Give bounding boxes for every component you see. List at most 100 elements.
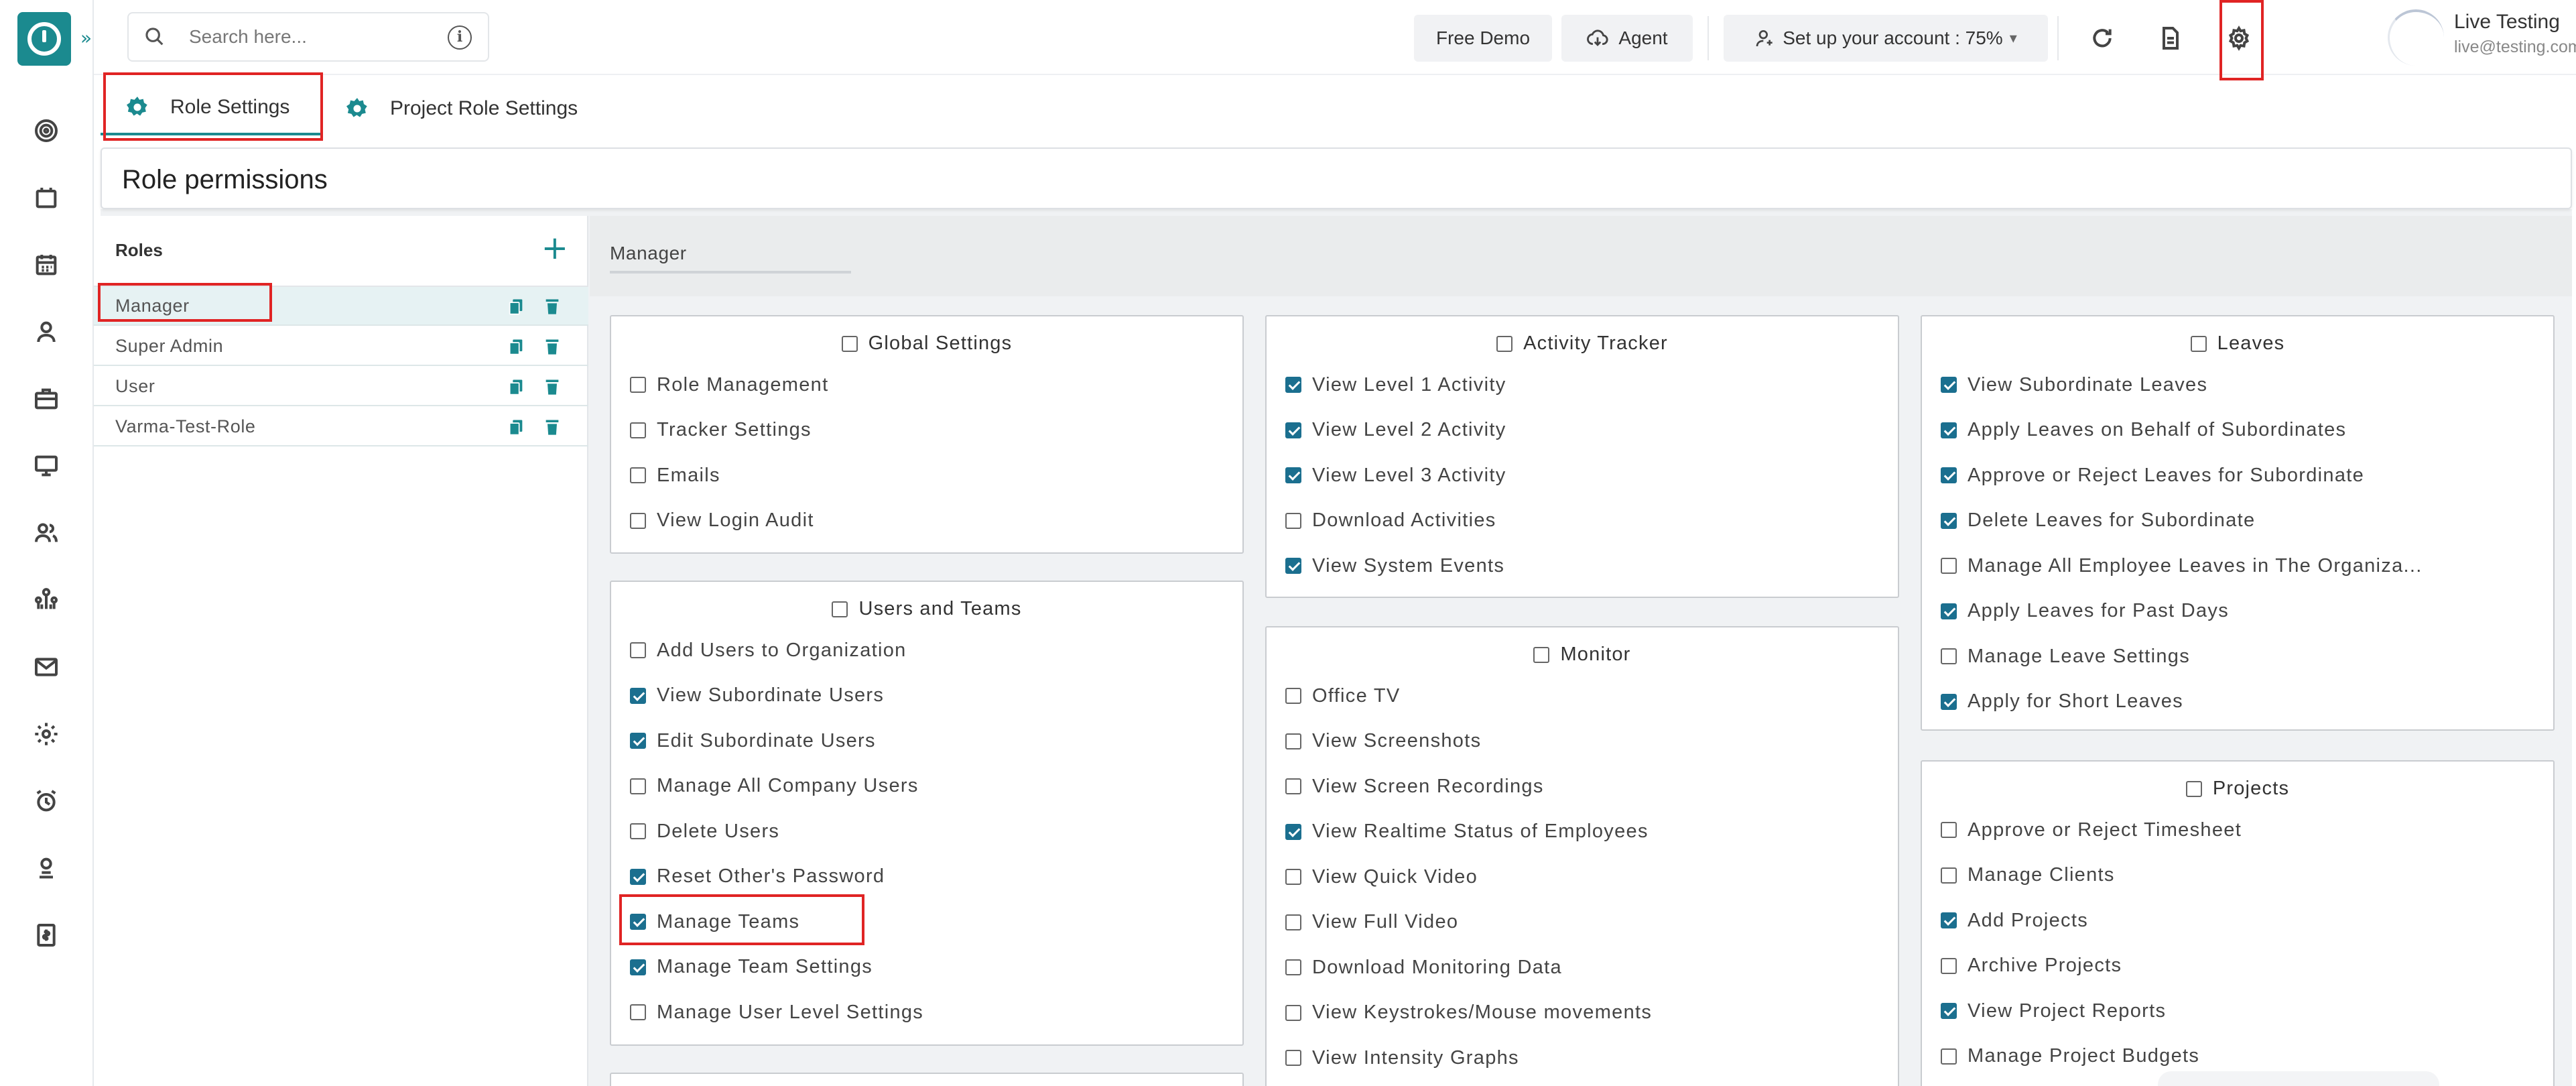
invoice-icon[interactable] bbox=[31, 920, 62, 951]
permission-checkbox[interactable] bbox=[1285, 688, 1301, 704]
dashboard-target-icon[interactable] bbox=[31, 115, 62, 146]
calendar-icon[interactable] bbox=[31, 249, 62, 280]
permission-item[interactable]: Approve or Reject Leaves for Subordinate bbox=[1941, 462, 2364, 489]
permission-checkbox[interactable] bbox=[1285, 1004, 1301, 1021]
permission-item[interactable]: Manage User Level Settings bbox=[630, 999, 923, 1026]
permission-checkbox[interactable] bbox=[630, 733, 646, 749]
select-all-checkbox[interactable] bbox=[2190, 335, 2207, 352]
permission-item[interactable]: View Screenshots bbox=[1285, 728, 1481, 755]
permission-item[interactable]: Manage All Company Users bbox=[630, 773, 919, 800]
permission-item[interactable]: Tracker Settings bbox=[630, 417, 812, 444]
permission-checkbox[interactable] bbox=[1285, 377, 1301, 393]
users-icon[interactable] bbox=[31, 518, 62, 548]
permission-item[interactable]: Archive Projects bbox=[1941, 953, 2122, 979]
permission-checkbox[interactable] bbox=[630, 642, 646, 658]
permission-checkbox[interactable] bbox=[1285, 869, 1301, 885]
permission-checkbox[interactable] bbox=[630, 1004, 646, 1020]
permission-checkbox[interactable] bbox=[630, 778, 646, 794]
select-all-checkbox[interactable] bbox=[1496, 335, 1513, 352]
permission-checkbox[interactable] bbox=[630, 377, 646, 393]
role-item[interactable]: User bbox=[94, 367, 588, 406]
permission-item[interactable]: View Subordinate Users bbox=[630, 682, 884, 709]
permission-checkbox[interactable] bbox=[1285, 422, 1301, 438]
timesheet-icon[interactable] bbox=[31, 182, 62, 213]
permission-item[interactable]: Apply Leaves for Past Days bbox=[1941, 598, 2229, 625]
permission-item[interactable]: Apply for Short Leaves bbox=[1941, 688, 2183, 715]
permission-item[interactable]: Apply Leaves on Behalf of Subordinates bbox=[1941, 417, 2346, 444]
copy-icon[interactable] bbox=[507, 337, 525, 357]
add-role-button[interactable]: + bbox=[541, 229, 568, 267]
app-logo[interactable] bbox=[17, 12, 71, 66]
trash-icon[interactable] bbox=[543, 296, 562, 316]
card-title[interactable]: Projects bbox=[1922, 778, 2553, 800]
permission-checkbox[interactable] bbox=[1285, 959, 1301, 975]
copy-icon[interactable] bbox=[507, 296, 525, 316]
role-item[interactable]: Manager bbox=[94, 287, 588, 326]
permission-checkbox[interactable] bbox=[1285, 733, 1301, 749]
select-all-checkbox[interactable] bbox=[832, 601, 848, 617]
permission-checkbox[interactable] bbox=[1285, 558, 1301, 574]
permission-item[interactable]: View Level 3 Activity bbox=[1285, 462, 1506, 489]
permission-checkbox[interactable] bbox=[630, 422, 646, 438]
permission-checkbox[interactable] bbox=[1285, 778, 1301, 794]
trash-icon[interactable] bbox=[543, 337, 562, 357]
role-name-input[interactable] bbox=[610, 236, 851, 274]
permission-checkbox[interactable] bbox=[1941, 957, 1957, 974]
permission-item[interactable]: Emails bbox=[630, 462, 720, 489]
permission-checkbox[interactable] bbox=[630, 512, 646, 529]
permission-checkbox[interactable] bbox=[1941, 558, 1957, 574]
avatar[interactable] bbox=[2388, 9, 2444, 66]
trash-icon[interactable] bbox=[543, 377, 562, 397]
tab-project-role-settings[interactable]: Project Role Settings bbox=[344, 82, 578, 135]
permission-item[interactable]: Manage All Employee Leaves in The Organi… bbox=[1941, 552, 2423, 579]
permission-checkbox[interactable] bbox=[1941, 1048, 1957, 1065]
permission-checkbox[interactable] bbox=[630, 823, 646, 839]
permission-item[interactable]: View Full Video bbox=[1285, 909, 1458, 936]
permission-checkbox[interactable] bbox=[630, 914, 646, 930]
free-demo-button[interactable]: Free Demo bbox=[1414, 15, 1552, 62]
card-title[interactable]: Global Settings bbox=[611, 333, 1242, 355]
permission-item[interactable]: Approve or Reject Timesheet bbox=[1941, 817, 2242, 843]
permission-item[interactable]: Role Management bbox=[630, 371, 828, 398]
permission-checkbox[interactable] bbox=[1941, 422, 1957, 438]
permission-item[interactable]: Download Monitoring Data bbox=[1285, 954, 1562, 981]
permission-item[interactable]: View Realtime Status of Employees bbox=[1285, 819, 1649, 845]
setup-account-button[interactable]: Set up your account : 75% ▾ bbox=[1724, 15, 2048, 62]
permission-checkbox[interactable] bbox=[1941, 603, 1957, 619]
permission-checkbox[interactable] bbox=[630, 467, 646, 483]
permission-checkbox[interactable] bbox=[630, 959, 646, 975]
permission-item[interactable]: Manage Teams bbox=[630, 908, 799, 935]
permission-item[interactable]: Download Activities bbox=[1285, 507, 1496, 534]
permission-item[interactable]: View Keystrokes/Mouse movements bbox=[1285, 1000, 1652, 1026]
permission-checkbox[interactable] bbox=[1941, 648, 1957, 664]
permission-checkbox[interactable] bbox=[1285, 1050, 1301, 1066]
tab-role-settings[interactable]: Role Settings bbox=[101, 82, 322, 135]
settings-button[interactable] bbox=[2215, 15, 2262, 62]
permission-item[interactable]: View Level 2 Activity bbox=[1285, 417, 1506, 444]
permission-item[interactable]: Reset Other's Password bbox=[630, 863, 885, 890]
permission-item[interactable]: View Quick Video bbox=[1285, 863, 1478, 890]
reports-button[interactable] bbox=[2147, 15, 2194, 62]
permission-checkbox[interactable] bbox=[630, 687, 646, 704]
trash-icon[interactable] bbox=[543, 417, 562, 437]
permission-item[interactable]: Manage Team Settings bbox=[630, 954, 873, 981]
permission-item[interactable]: View Screen Recordings bbox=[1285, 773, 1544, 800]
permission-item[interactable]: Manage Leave Settings bbox=[1941, 643, 2190, 670]
copy-icon[interactable] bbox=[507, 417, 525, 437]
permission-item[interactable]: View Subordinate Leaves bbox=[1941, 371, 2207, 398]
permission-item[interactable]: Delete Leaves for Subordinate bbox=[1941, 507, 2255, 534]
refresh-button[interactable] bbox=[2079, 15, 2126, 62]
info-icon[interactable]: i bbox=[448, 25, 472, 50]
permission-checkbox[interactable] bbox=[1941, 822, 1957, 838]
permission-item[interactable]: Manage Clients bbox=[1941, 862, 2115, 889]
select-all-checkbox[interactable] bbox=[2185, 780, 2202, 797]
permission-item[interactable]: View Level 1 Activity bbox=[1285, 371, 1506, 398]
role-item[interactable]: Varma-Test-Role bbox=[94, 408, 588, 446]
permission-item[interactable]: View Project Reports bbox=[1941, 998, 2166, 1024]
permission-checkbox[interactable] bbox=[1941, 377, 1957, 393]
permission-item[interactable]: Edit Subordinate Users bbox=[630, 727, 876, 754]
select-all-checkbox[interactable] bbox=[1533, 646, 1550, 663]
permission-checkbox[interactable] bbox=[1285, 512, 1301, 529]
team-hierarchy-icon[interactable] bbox=[31, 585, 62, 615]
expand-sidebar-icon[interactable]: » bbox=[80, 27, 92, 49]
